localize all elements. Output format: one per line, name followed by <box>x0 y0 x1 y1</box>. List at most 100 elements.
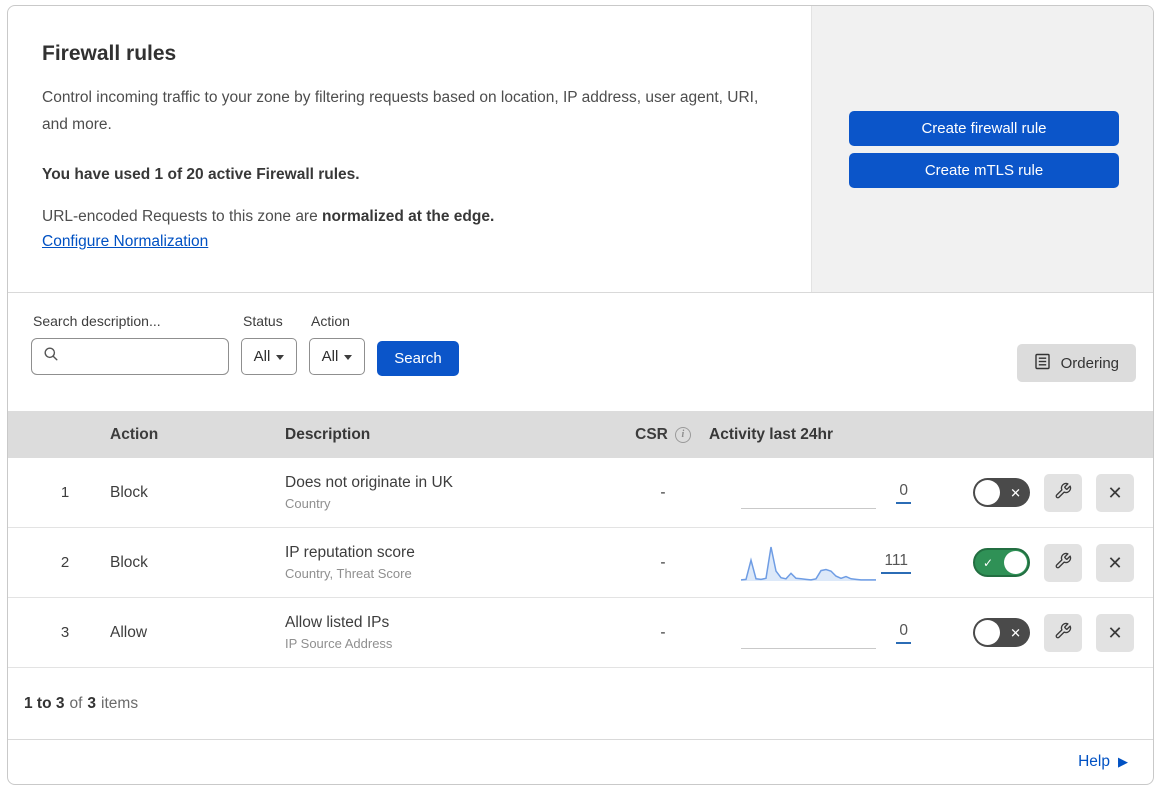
activity-count-link[interactable]: 111 <box>881 552 911 574</box>
create-firewall-rule-button[interactable]: Create firewall rule <box>849 110 1119 146</box>
toggle-state-icon: ✕ <box>1010 625 1021 640</box>
rule-description: Does not originate in UK <box>285 474 454 491</box>
wrench-icon <box>1054 622 1072 643</box>
actions-panel: Create firewall rule Create mTLS rule <box>811 6 1153 292</box>
status-label: Status <box>243 313 283 329</box>
toggle-knob <box>1004 551 1027 574</box>
pagination-range: 1 to 3 <box>24 694 65 712</box>
rule-description-cell: Does not originate in UK Country <box>273 474 623 511</box>
usage-summary: You have used 1 of 20 active Firewall ru… <box>42 166 360 183</box>
ordering-button[interactable]: Ordering <box>1016 344 1136 382</box>
filter-bar: Search description... Status All Action … <box>8 293 1153 411</box>
help-link-label: Help <box>1078 753 1110 770</box>
rule-action: Block <box>110 483 148 501</box>
edit-rule-button[interactable] <box>1044 613 1082 652</box>
normalization-note-prefix: URL-encoded Requests to this zone are <box>42 208 323 225</box>
table-header: Action Description CSR i Activity last 2… <box>8 411 1153 458</box>
rule-description: Allow listed IPs <box>285 614 390 631</box>
enable-toggle[interactable]: ✓ <box>973 548 1030 577</box>
info-icon[interactable]: i <box>674 426 691 443</box>
table-row: 3 Allow Allow listed IPs IP Source Addre… <box>8 598 1153 668</box>
search-button[interactable]: Search <box>377 341 459 376</box>
rule-description-cell: IP reputation score Country, Threat Scor… <box>273 544 623 581</box>
normalization-note-bold: normalized at the edge. <box>322 208 495 225</box>
header-description: Description <box>285 425 371 443</box>
rule-controls: ✕ ✕ <box>953 613 1153 652</box>
activity-sparkline <box>741 542 876 584</box>
action-dropdown[interactable]: All <box>309 338 365 375</box>
enable-toggle[interactable]: ✕ <box>973 618 1030 647</box>
table-row: 2 Block IP reputation score Country, Thr… <box>8 528 1153 598</box>
activity-count-link[interactable]: 0 <box>896 622 911 644</box>
configure-normalization-link[interactable]: Configure Normalization <box>42 233 208 251</box>
rule-criteria: IP Source Address <box>285 636 393 651</box>
rule-csr: - <box>660 553 666 571</box>
help-bar: Help ▶ <box>8 740 1153 784</box>
page-title: Firewall rules <box>42 42 177 65</box>
pagination-summary: 1 to 3 of 3 items <box>8 668 1153 740</box>
rule-csr: - <box>660 623 666 641</box>
status-filter-group: Status All <box>241 313 297 375</box>
toggle-state-icon: ✓ <box>983 555 994 570</box>
action-label: Action <box>311 313 350 329</box>
wrench-icon <box>1054 552 1072 573</box>
header-csr-label: CSR <box>635 425 668 443</box>
header-csr: CSR i <box>623 426 703 444</box>
rule-controls: ✕ ✕ <box>953 473 1153 512</box>
ordering-button-label: Ordering <box>1060 354 1119 372</box>
rule-description: IP reputation score <box>285 544 415 561</box>
rule-activity-cell: 0 <box>703 612 953 654</box>
chevron-down-icon <box>276 355 285 360</box>
rule-controls: ✓ ✕ <box>953 543 1153 582</box>
delete-rule-button[interactable]: ✕ <box>1096 543 1134 582</box>
enable-toggle[interactable]: ✕ <box>973 478 1030 507</box>
close-icon: ✕ <box>1107 552 1123 573</box>
hero-text-block: Firewall rules Control incoming traffic … <box>8 6 811 292</box>
create-mtls-rule-button[interactable]: Create mTLS rule <box>849 152 1119 188</box>
toggle-knob <box>975 480 1000 505</box>
search-icon <box>43 346 59 367</box>
activity-sparkline <box>741 472 876 514</box>
help-link[interactable]: Help ▶ <box>1078 753 1128 771</box>
activity-sparkline <box>741 612 876 654</box>
delete-rule-button[interactable]: ✕ <box>1096 613 1134 652</box>
rule-activity-cell: 111 <box>703 542 953 584</box>
pagination-of: of <box>69 694 83 712</box>
rule-number: 3 <box>60 624 70 641</box>
normalization-note: URL-encoded Requests to this zone are no… <box>42 208 771 226</box>
header-action: Action <box>110 425 159 443</box>
action-filter-group: Action All <box>309 313 365 375</box>
close-icon: ✕ <box>1107 482 1123 503</box>
rule-description-cell: Allow listed IPs IP Source Address <box>273 614 623 651</box>
rule-action: Allow <box>110 623 148 641</box>
toggle-knob <box>975 620 1000 645</box>
pagination-total: 3 <box>87 694 97 712</box>
chevron-down-icon <box>344 355 353 360</box>
edit-rule-button[interactable] <box>1044 543 1082 582</box>
rule-number: 2 <box>60 554 70 571</box>
table-row: 1 Block Does not originate in UK Country… <box>8 458 1153 528</box>
wrench-icon <box>1054 482 1072 503</box>
edit-rule-button[interactable] <box>1044 473 1082 512</box>
search-group: Search description... <box>31 313 229 375</box>
status-dropdown[interactable]: All <box>241 338 297 375</box>
activity-count-link[interactable]: 0 <box>896 482 911 504</box>
rule-criteria: Country <box>285 496 331 511</box>
rule-activity-cell: 0 <box>703 472 953 514</box>
delete-rule-button[interactable]: ✕ <box>1096 473 1134 512</box>
hero-section: Firewall rules Control incoming traffic … <box>8 6 1153 293</box>
rule-csr: - <box>660 483 666 501</box>
close-icon: ✕ <box>1107 622 1123 643</box>
search-input[interactable] <box>31 338 229 375</box>
action-dropdown-value: All <box>321 348 339 365</box>
firewall-rules-card: Firewall rules Control incoming traffic … <box>7 5 1154 785</box>
arrow-right-icon: ▶ <box>1118 754 1128 769</box>
rule-number: 1 <box>60 484 70 501</box>
header-activity: Activity last 24hr <box>709 425 834 443</box>
page-description: Control incoming traffic to your zone by… <box>42 89 759 133</box>
search-label: Search description... <box>33 313 161 329</box>
rule-action: Block <box>110 553 148 571</box>
pagination-items: items <box>101 694 139 712</box>
status-dropdown-value: All <box>253 348 271 365</box>
list-document-icon <box>1034 353 1051 374</box>
